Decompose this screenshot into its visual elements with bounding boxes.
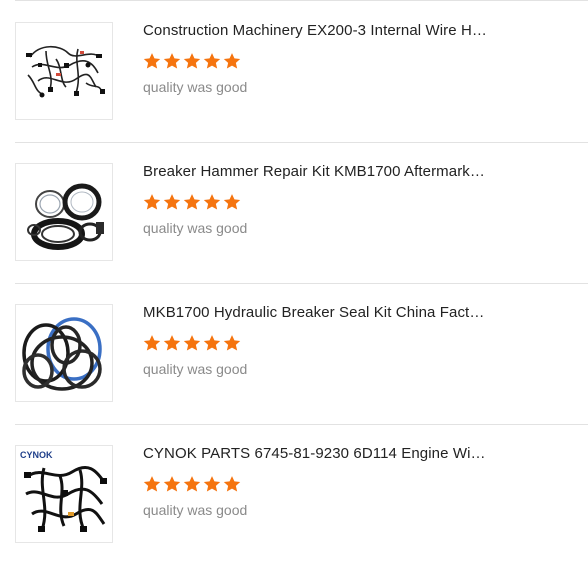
review-comment: quality was good [143, 220, 248, 236]
seal-kit-image[interactable] [15, 163, 113, 261]
product-title[interactable]: CYNOK PARTS 6745-81-9230 6D114 Engine Wi… [143, 445, 488, 462]
star-icon [163, 194, 181, 210]
review-item: CYNOK CYNOK PARTS 6745-81-9230 6D114 Eng… [0, 424, 588, 564]
rating-stars [143, 193, 241, 211]
star-icon [163, 476, 181, 492]
rating-stars [143, 334, 241, 352]
review-list: Construction Machinery EX200-3 Internal … [0, 0, 588, 564]
engine-wiring-harness-image[interactable]: CYNOK [15, 445, 113, 543]
star-icon [223, 476, 241, 492]
product-title[interactable]: Breaker Hammer Repair Kit KMB1700 Afterm… [143, 163, 488, 180]
review-comment: quality was good [143, 502, 248, 518]
product-title[interactable]: Construction Machinery EX200-3 Internal … [143, 22, 488, 39]
star-icon [143, 476, 161, 492]
rating-stars [143, 52, 241, 70]
star-icon [223, 53, 241, 69]
star-icon [143, 335, 161, 351]
review-comment: quality was good [143, 79, 248, 95]
review-item: MKB1700 Hydraulic Breaker Seal Kit China… [0, 283, 588, 424]
review-item: Breaker Hammer Repair Kit KMB1700 Afterm… [0, 142, 588, 283]
wire-harness-image[interactable] [15, 22, 113, 120]
rating-stars [143, 475, 241, 493]
star-icon [203, 335, 221, 351]
star-icon [203, 194, 221, 210]
star-icon [143, 53, 161, 69]
review-comment: quality was good [143, 361, 248, 377]
review-item: Construction Machinery EX200-3 Internal … [0, 1, 588, 142]
star-icon [183, 335, 201, 351]
star-icon [203, 476, 221, 492]
star-icon [163, 335, 181, 351]
star-icon [183, 53, 201, 69]
star-icon [163, 53, 181, 69]
star-icon [183, 194, 201, 210]
star-icon [223, 194, 241, 210]
o-ring-seal-image[interactable] [15, 304, 113, 402]
star-icon [183, 476, 201, 492]
star-icon [223, 335, 241, 351]
brand-logo: CYNOK [20, 450, 53, 460]
star-icon [143, 194, 161, 210]
star-icon [203, 53, 221, 69]
product-title[interactable]: MKB1700 Hydraulic Breaker Seal Kit China… [143, 304, 488, 321]
